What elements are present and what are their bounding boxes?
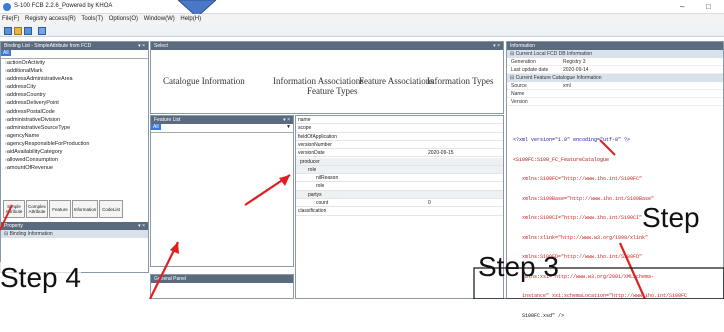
step3-label: Step 3 xyxy=(478,251,559,282)
step4-label: Step 4 xyxy=(0,262,81,294)
arrow-head xyxy=(170,242,179,254)
arrow-line xyxy=(599,139,616,156)
arrow-line xyxy=(0,204,13,231)
annotation-arrows xyxy=(0,139,724,299)
xml-line: S100FC.xsd" /> xyxy=(513,312,565,319)
step-label-right: Step xyxy=(642,202,700,233)
arrow-line xyxy=(618,242,647,299)
